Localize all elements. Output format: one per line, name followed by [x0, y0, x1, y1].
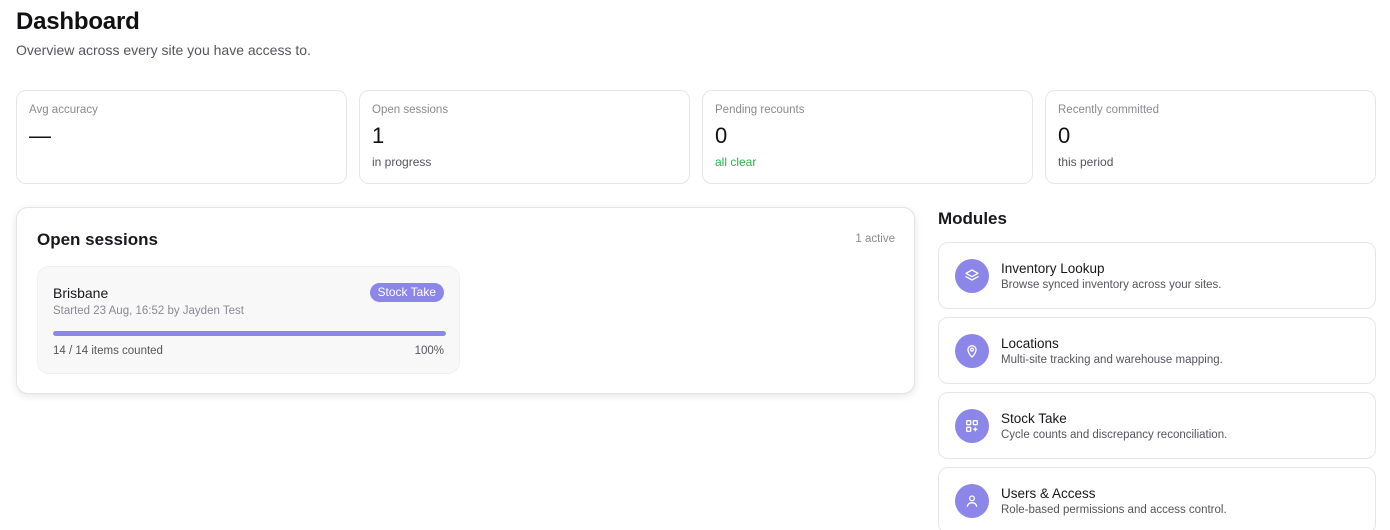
- module-description: Multi-site tracking and warehouse mappin…: [1001, 354, 1223, 366]
- modules-title: Modules: [938, 209, 1007, 228]
- session-progress-fill: [53, 331, 446, 336]
- stat-value: 1: [372, 123, 385, 148]
- session-started: Started 23 Aug, 16:52 by Jayden Test: [53, 305, 244, 317]
- module-users-access[interactable]: Users & Access Role-based permissions an…: [938, 467, 1376, 530]
- open-sessions-panel: Open sessions 1 active Brisbane Stock Ta…: [16, 207, 915, 394]
- module-stock-take[interactable]: Stock Take Cycle counts and discrepancy …: [938, 392, 1376, 459]
- stats-row: Avg accuracy — Open sessions 1 in progre…: [16, 90, 1376, 184]
- module-name: Locations: [1001, 336, 1059, 351]
- map-pin-icon: [955, 334, 989, 368]
- module-name: Users & Access: [1001, 486, 1096, 501]
- module-name: Inventory Lookup: [1001, 261, 1105, 276]
- active-count: 1 active: [855, 233, 895, 245]
- stat-card-pending-recounts: Pending recounts 0 all clear: [702, 90, 1033, 184]
- stat-label: Pending recounts: [715, 104, 805, 116]
- module-locations[interactable]: Locations Multi-site tracking and wareho…: [938, 317, 1376, 384]
- stat-note: this period: [1058, 155, 1114, 169]
- stat-card-avg-accuracy: Avg accuracy —: [16, 90, 347, 184]
- stat-card-open-sessions: Open sessions 1 in progress: [359, 90, 690, 184]
- session-type-badge: Stock Take: [369, 283, 444, 302]
- module-description: Cycle counts and discrepancy reconciliat…: [1001, 429, 1228, 441]
- stat-value: 0: [715, 123, 728, 148]
- page-title: Dashboard: [16, 8, 140, 35]
- stat-card-recently-committed: Recently committed 0 this period: [1045, 90, 1376, 184]
- session-progress-bar: [53, 331, 446, 336]
- stat-label: Recently committed: [1058, 104, 1159, 116]
- layers-icon: [955, 259, 989, 293]
- stat-value: —: [29, 123, 51, 148]
- modules-list: Inventory Lookup Browse synced inventory…: [938, 242, 1376, 530]
- module-inventory-lookup[interactable]: Inventory Lookup Browse synced inventory…: [938, 242, 1376, 309]
- module-description: Role-based permissions and access contro…: [1001, 504, 1227, 516]
- stat-label: Open sessions: [372, 104, 449, 116]
- panel-title: Open sessions: [37, 230, 158, 249]
- module-description: Browse synced inventory across your site…: [1001, 279, 1222, 291]
- module-name: Stock Take: [1001, 411, 1067, 426]
- session-card-brisbane[interactable]: Brisbane Stock Take Started 23 Aug, 16:5…: [37, 266, 460, 374]
- session-counted: 14 / 14 items counted: [53, 345, 163, 357]
- stat-note: in progress: [372, 155, 432, 169]
- session-site: Brisbane: [53, 285, 109, 301]
- grid-icon: [955, 409, 989, 443]
- stat-label: Avg accuracy: [29, 104, 98, 116]
- page-subtitle: Overview across every site you have acce…: [16, 42, 311, 58]
- stat-value: 0: [1058, 123, 1071, 148]
- user-icon: [955, 484, 989, 518]
- session-percent: 100%: [414, 345, 444, 357]
- stat-note-status: all clear: [715, 155, 757, 169]
